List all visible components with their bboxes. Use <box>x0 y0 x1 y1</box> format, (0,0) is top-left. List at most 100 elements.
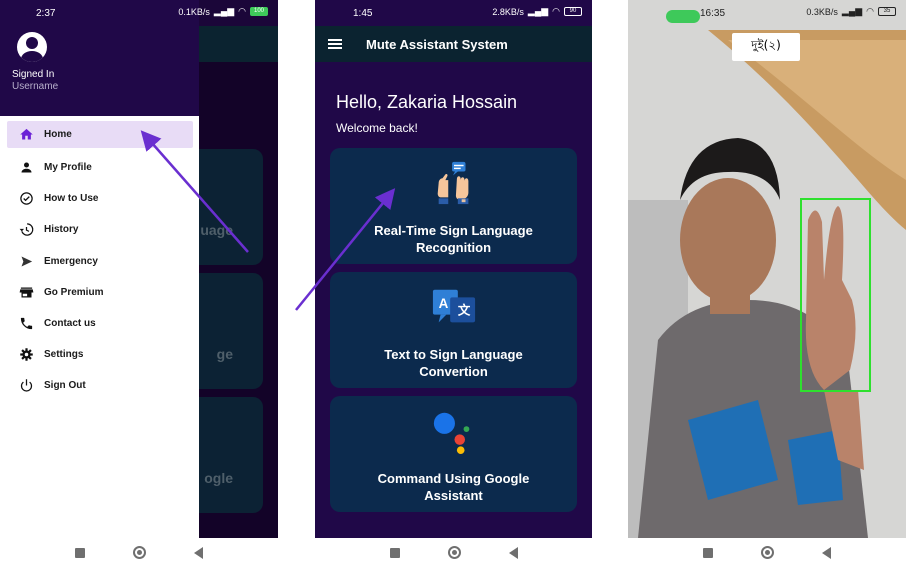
navigation-drawer: Signed In Username Home My Profile How t… <box>0 0 199 538</box>
signal-icon: ▂▄▆ <box>213 6 235 16</box>
drawer-item-label: Emergency <box>44 255 98 267</box>
dimmed-card-text: ge <box>216 346 233 362</box>
google-assistant-icon <box>433 412 469 454</box>
home-icon <box>18 127 34 143</box>
drawer-item-label: Home <box>44 129 72 140</box>
card-label: Real-Time Sign Language Recognition <box>330 222 577 256</box>
welcome-text: Welcome back! <box>336 121 418 135</box>
svg-text:A: A <box>438 296 448 311</box>
back-button[interactable] <box>194 546 203 559</box>
phone-drawer-screen: uage ge ogle Signed In Username Home My … <box>0 0 278 567</box>
home-button[interactable] <box>761 546 774 559</box>
menu-icon[interactable] <box>328 39 342 49</box>
card-label-line1: Command Using Google <box>377 471 530 486</box>
drawer-menu: Home My Profile How to Use History Emerg… <box>0 121 199 402</box>
wifi-icon: ◠ <box>238 6 246 16</box>
drawer-item-history[interactable]: History <box>0 214 199 245</box>
drawer-item-home[interactable]: Home <box>7 121 193 148</box>
store-icon <box>18 284 34 300</box>
username-label: Username <box>12 81 59 92</box>
recents-button[interactable] <box>389 547 400 558</box>
text-to-sign-card[interactable]: A 文 Text to Sign Language Convertion <box>330 272 577 388</box>
sign-hands-icon <box>437 161 468 205</box>
signal-icon: ▂▄▆ <box>841 6 863 16</box>
dimmed-card-text: uage <box>200 222 233 238</box>
drawer-item-label: My Profile <box>44 162 92 174</box>
sign-recognition-card[interactable]: Real-Time Sign Language Recognition <box>330 148 577 264</box>
card-label-line2: Convertion <box>419 364 488 379</box>
drawer-item-settings[interactable]: Settings <box>0 339 199 370</box>
drawer-item-label: History <box>44 224 79 236</box>
home-button[interactable] <box>133 546 146 559</box>
hand-bounding-box <box>800 198 871 392</box>
status-speed: 2.8KB/s <box>492 6 524 17</box>
wifi-icon: ◠ <box>866 6 874 16</box>
dimmed-card-text: ogle <box>204 470 233 486</box>
status-bar: 16:35 0.3KB/s ▂▄▆ ◠ 35 <box>628 0 906 26</box>
recents-button[interactable] <box>703 547 713 558</box>
drawer-item-emergency[interactable]: Emergency <box>0 246 199 277</box>
status-bar: 2:37 0.1KB/s ▂▄▆ ◠ 100 <box>0 0 278 26</box>
home-screen: 1:45 2.8KB/s ▂▄▆ ◠ 90 Mute Assistant Sys… <box>315 0 592 538</box>
drawer-item-label: How to Use <box>44 193 99 205</box>
back-button[interactable] <box>508 546 518 559</box>
camera-screen: 16:35 0.3KB/s ▂▄▆ ◠ 35 দুই(২) <box>628 0 906 538</box>
battery-icon: 35 <box>878 7 896 16</box>
signed-in-label: Signed In <box>12 69 55 80</box>
greeting: Hello, Zakaria Hossain <box>336 92 518 112</box>
drawer-screen: uage ge ogle Signed In Username Home My … <box>0 0 278 538</box>
phone-home-screen: 1:45 2.8KB/s ▂▄▆ ◠ 90 Mute Assistant Sys… <box>315 0 592 567</box>
status-time: 2:37 <box>36 7 56 19</box>
card-label: Text to Sign Language Convertion <box>330 346 577 380</box>
avatar[interactable] <box>17 32 47 62</box>
drawer-item-label: Contact us <box>44 318 96 330</box>
send-icon <box>18 253 34 269</box>
recents-button[interactable] <box>75 547 85 558</box>
wifi-icon: ◠ <box>552 6 560 16</box>
person-icon <box>18 160 34 176</box>
drawer-item-sign-out[interactable]: Sign Out <box>0 370 199 401</box>
signal-icon: ▂▄▆ <box>527 6 549 16</box>
card-label-line1: Real-Time Sign Language <box>374 223 533 238</box>
system-nav-bar <box>0 538 278 567</box>
drawer-item-label: Sign Out <box>44 380 86 392</box>
phone-icon <box>18 316 34 332</box>
status-speed: 0.3KB/s <box>806 6 838 17</box>
detection-result-label: দুই(২) <box>732 33 800 61</box>
system-nav-bar <box>628 538 906 567</box>
status-time: 16:35 <box>700 7 726 19</box>
card-label-line2: Recognition <box>415 240 492 255</box>
battery-icon: 100 <box>250 7 268 16</box>
drawer-item-go-premium[interactable]: Go Premium <box>0 277 199 308</box>
status-right: 0.1KB/s ▂▄▆ ◠ 100 <box>178 6 268 17</box>
svg-text:文: 文 <box>457 303 470 318</box>
translate-icon: A 文 <box>432 289 475 323</box>
drawer-item-contact-us[interactable]: Contact us <box>0 308 199 339</box>
home-button[interactable] <box>447 546 461 559</box>
phone-camera-screen: 16:35 0.3KB/s ▂▄▆ ◠ 35 দুই(২) <box>628 0 906 567</box>
status-time: 1:45 <box>353 7 373 19</box>
gear-icon <box>18 347 34 363</box>
screenshot-collage: uage ge ogle Signed In Username Home My … <box>0 0 906 567</box>
status-bar: 1:45 2.8KB/s ▂▄▆ ◠ 90 <box>315 0 592 26</box>
status-right: 0.3KB/s ▂▄▆ ◠ 35 <box>806 6 896 17</box>
history-icon <box>18 222 34 238</box>
drawer-item-how-to-use[interactable]: How to Use <box>0 183 199 214</box>
check-circle-icon <box>18 191 34 207</box>
google-assistant-card[interactable]: Command Using Google Assistant <box>330 396 577 512</box>
app-bar: Mute Assistant System <box>315 26 592 62</box>
battery-icon: 90 <box>564 7 582 16</box>
app-title: Mute Assistant System <box>366 37 508 52</box>
drawer-item-label: Go Premium <box>44 286 104 298</box>
card-label-line2: Assistant <box>424 488 483 503</box>
drawer-item-my-profile[interactable]: My Profile <box>0 152 199 183</box>
card-label: Command Using Google Assistant <box>330 470 577 504</box>
card-label-line1: Text to Sign Language <box>384 347 523 362</box>
power-icon <box>18 378 34 394</box>
status-speed: 0.1KB/s <box>178 6 210 17</box>
back-button[interactable] <box>822 546 831 559</box>
camera-active-badge <box>666 10 700 23</box>
status-right: 2.8KB/s ▂▄▆ ◠ 90 <box>492 6 582 17</box>
drawer-item-label: Settings <box>44 349 84 361</box>
system-nav-bar <box>315 538 592 567</box>
